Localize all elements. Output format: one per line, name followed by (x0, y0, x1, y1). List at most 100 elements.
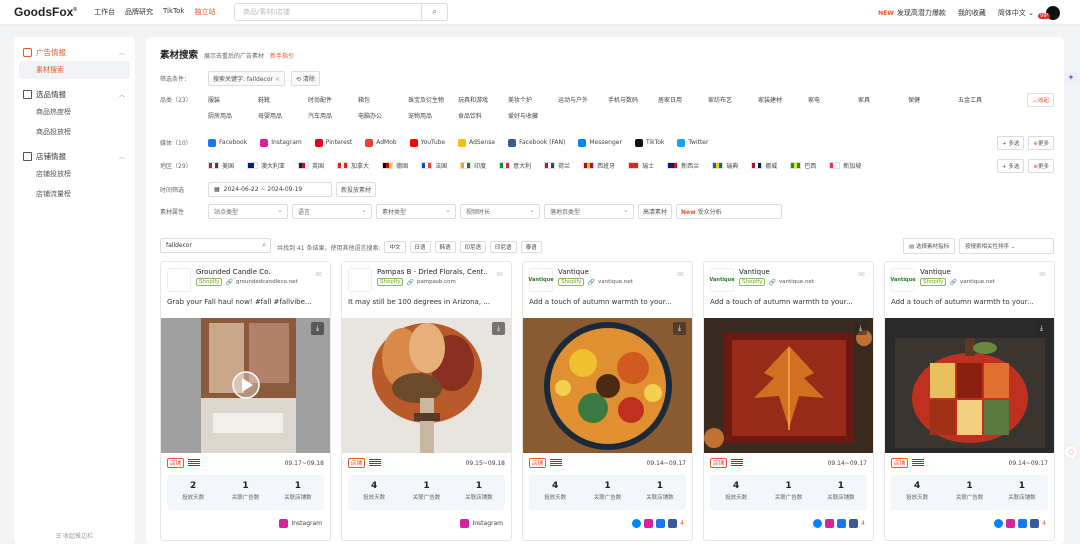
nav-brand-research[interactable]: 品牌研究 (125, 7, 153, 17)
more-platforms-count[interactable]: 4 (861, 520, 865, 527)
region-item[interactable]: 意大利 (499, 161, 531, 170)
material-card[interactable]: Grounded Candle Co. Shopify 🔗 groundedcandl… (160, 261, 331, 541)
download-icon[interactable]: ⤓ (1035, 322, 1048, 335)
favorites-link[interactable]: 我的收藏 (958, 8, 986, 18)
more-platforms-count[interactable]: 4 (680, 520, 684, 527)
region-item[interactable]: 英国 (298, 161, 324, 170)
category-item[interactable]: 手机与数码 (608, 93, 658, 109)
site-type-select[interactable]: 站点类型 (208, 204, 288, 219)
landing-page-type-select[interactable]: 落地页类型 (544, 204, 634, 219)
category-item[interactable]: 时尚配件 (308, 93, 358, 109)
media-item[interactable]: TikTok (634, 138, 664, 147)
ai-assistant-icon[interactable]: ✦ (1064, 70, 1078, 84)
sidebar-item-product-ads[interactable]: 商品投放榜 (19, 123, 130, 141)
material-card[interactable]: Pampas B - Dried Florals, Cent... Shopify… (341, 261, 512, 541)
material-type-select[interactable]: 素材类型 (376, 204, 456, 219)
region-more-button[interactable]: ⊕更多 (1028, 159, 1054, 173)
mail-icon[interactable]: ✉ (1039, 270, 1046, 279)
category-item[interactable]: 保健 (908, 93, 958, 109)
region-item[interactable]: 西班牙 (583, 161, 615, 170)
category-item[interactable]: 爱好与收藏 (508, 109, 558, 125)
category-item[interactable]: 家纺布艺 (708, 93, 758, 109)
download-icon[interactable]: ⤓ (854, 322, 867, 335)
category-item[interactable]: 母婴用品 (258, 109, 308, 125)
sidebar-item-store-traffic[interactable]: 店铺流量榜 (19, 185, 130, 203)
store-site[interactable]: vantique.net (960, 279, 995, 285)
region-item[interactable]: 加拿大 (337, 161, 369, 170)
category-item[interactable]: 运动与户外 (558, 93, 608, 109)
category-item[interactable]: 居家日用 (658, 93, 708, 109)
keyword-search-input[interactable]: falldecor ⌕ (160, 238, 271, 253)
lang-button[interactable]: 日语 (409, 241, 431, 253)
store-name[interactable]: Vantique (558, 268, 668, 276)
category-item[interactable]: 玩具和游戏 (458, 93, 508, 109)
ad-creative-image[interactable] (161, 318, 330, 453)
audience-analysis-select[interactable]: New 受众分析 (676, 204, 783, 219)
global-search[interactable]: 商品/素材/店铺 ⌕ (234, 3, 448, 21)
mail-icon[interactable]: ✉ (677, 270, 684, 279)
lang-button[interactable]: 韩语 (434, 241, 456, 253)
media-item[interactable]: AdMob (365, 138, 397, 147)
media-item[interactable]: Messenger (578, 138, 622, 147)
more-platforms-count[interactable]: 4 (1042, 520, 1046, 527)
ad-creative-image[interactable] (704, 318, 873, 453)
category-item[interactable]: 宠物用品 (408, 109, 458, 125)
material-card[interactable]: Vantique Vantique Shopify 🔗 vantique.net ✉ Add… (522, 261, 693, 541)
sort-select[interactable]: 按搜索相关性排序 ⌄ (959, 238, 1054, 254)
region-item[interactable]: 美国 (208, 161, 234, 170)
download-icon[interactable]: ⤓ (673, 322, 686, 335)
category-item[interactable]: 电脑办公 (358, 109, 408, 125)
search-icon[interactable]: ⌕ (421, 4, 447, 20)
keyword-chip[interactable]: 搜索关键字: falldecor × (208, 71, 285, 86)
region-item[interactable]: 新加坡 (829, 161, 861, 170)
hd-material-button[interactable]: 高清素材 (638, 204, 673, 219)
search-icon[interactable]: ⌕ (262, 241, 266, 250)
category-item[interactable]: 食品饮料 (458, 109, 508, 125)
store-site[interactable]: pampasb.com (417, 279, 456, 285)
media-item[interactable]: Facebook (FAN) (508, 138, 565, 147)
mail-icon[interactable]: ✉ (496, 270, 503, 279)
close-icon[interactable]: × (275, 76, 280, 83)
ad-creative-image[interactable] (523, 318, 692, 453)
lang-button[interactable]: 中文 (384, 241, 406, 253)
language-select[interactable]: 简体中文 ⌄ (998, 8, 1034, 18)
media-item[interactable]: YouTube (409, 138, 445, 147)
region-item[interactable]: 澳大利亚 (247, 161, 285, 170)
category-item[interactable]: 汽车用品 (308, 109, 358, 125)
guide-link[interactable]: 新手指引 (270, 51, 294, 60)
sidebar-group-header[interactable]: 选品情报 ︿ (14, 87, 135, 101)
material-card[interactable]: Vantique Vantique Shopify 🔗 vantique.net ✉ Add… (884, 261, 1055, 541)
mail-icon[interactable]: ✉ (315, 270, 322, 279)
media-item[interactable]: Facebook (208, 138, 247, 147)
download-icon[interactable]: ⤓ (311, 322, 324, 335)
region-item[interactable]: 挪威 (751, 161, 777, 170)
download-icon[interactable]: ⤓ (492, 322, 505, 335)
select-metrics-button[interactable]: ▤ 选择素材指标 (903, 238, 955, 254)
region-item[interactable]: 荷兰 (544, 161, 570, 170)
date-range-picker[interactable]: ▦ 2024-06-22 ~ 2024-09-19 (208, 182, 332, 197)
store-site[interactable]: vantique.net (779, 279, 814, 285)
nav-independent-site[interactable]: 独立站 (194, 7, 215, 17)
region-item[interactable]: 巴西 (790, 161, 816, 170)
material-card[interactable]: Vantique Vantique Shopify 🔗 vantique.net ✉ Add… (703, 261, 874, 541)
category-item[interactable]: 家装建材 (758, 93, 808, 109)
store-name[interactable]: Pampas B - Dried Florals, Cent... (377, 268, 487, 276)
lang-button[interactable]: 印尼语 (459, 241, 487, 253)
store-name[interactable]: Vantique (739, 268, 849, 276)
store-site[interactable]: groundedcandleco.net (236, 279, 298, 285)
category-item[interactable]: 珠宝及衍生物 (408, 93, 458, 109)
discover-link[interactable]: NEW 发现高潜力爆款 (878, 8, 946, 18)
media-item[interactable]: Twitter (677, 138, 708, 147)
new-material-button[interactable]: 新投放素材 (336, 182, 377, 197)
nav-tiktok[interactable]: TikTok (163, 7, 184, 17)
sidebar-item-product-heat[interactable]: 商品热度榜 (19, 103, 130, 121)
store-name[interactable]: Vantique (920, 268, 1030, 276)
mail-icon[interactable]: ✉ (858, 270, 865, 279)
language-select[interactable]: 语言 (292, 204, 372, 219)
ad-creative-image[interactable] (885, 318, 1054, 453)
logo[interactable]: GoodsFox® (14, 5, 94, 19)
category-item[interactable]: 鞋靴 (258, 93, 308, 109)
video-duration-select[interactable]: 视频时长 (460, 204, 540, 219)
region-item[interactable]: 瑞典 (712, 161, 738, 170)
region-item[interactable]: 德国 (382, 161, 408, 170)
